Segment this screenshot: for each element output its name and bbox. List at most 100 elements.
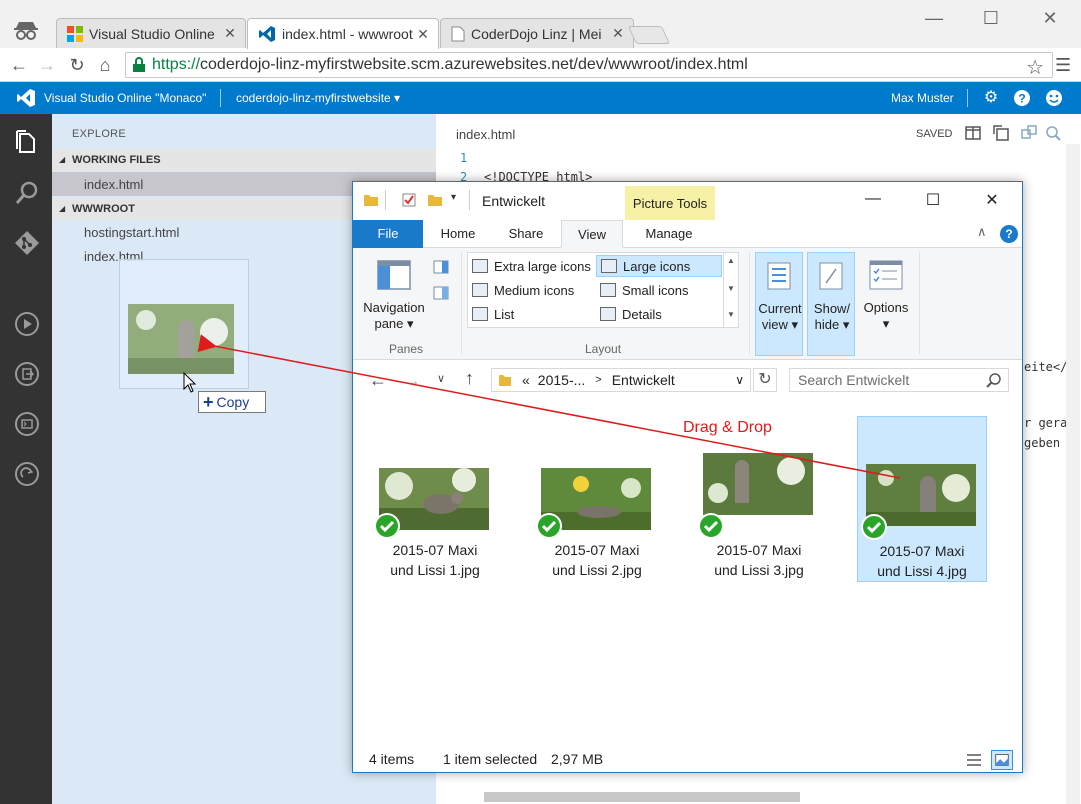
options-button[interactable]: Options ▾ bbox=[861, 300, 911, 332]
tab-coderdojo[interactable]: CoderDojo Linz | Mei ✕ bbox=[440, 18, 634, 48]
file-hostingstart-html[interactable]: hostingstart.html bbox=[84, 225, 179, 240]
close-icon[interactable]: ✕ bbox=[223, 25, 237, 42]
properties-icon[interactable] bbox=[401, 192, 417, 208]
file-item[interactable]: 2015-07 Maxi und Lissi 1.jpg bbox=[371, 416, 501, 582]
forward-button[interactable]: → bbox=[36, 54, 58, 76]
tab-home[interactable]: Home bbox=[431, 220, 485, 248]
reload-button[interactable]: ↻ bbox=[66, 54, 88, 76]
quick-access-dropdown-icon[interactable]: ▾ bbox=[451, 192, 456, 203]
up-button[interactable]: ↑ bbox=[465, 368, 474, 389]
layout-list[interactable]: List bbox=[468, 303, 596, 325]
url-scheme: https:// bbox=[152, 56, 201, 73]
editor-filename[interactable]: index.html bbox=[456, 127, 515, 142]
navigation-pane-icon[interactable] bbox=[377, 260, 411, 290]
tab-manage[interactable]: Manage bbox=[633, 220, 705, 248]
user-name[interactable]: Max Muster bbox=[891, 91, 954, 105]
find-in-editor-icon[interactable] bbox=[1044, 124, 1062, 142]
editor-horizontal-scrollbar[interactable] bbox=[484, 792, 800, 802]
large-icons-view-icon[interactable] bbox=[991, 750, 1013, 770]
layout-extra-large-icons[interactable]: Extra large icons bbox=[468, 255, 596, 277]
label: pane bbox=[374, 316, 404, 331]
maximize-button[interactable]: ☐ bbox=[923, 190, 943, 210]
tab-visual-studio-online[interactable]: Visual Studio Online ✕ bbox=[56, 18, 246, 48]
layout-small-icons[interactable]: Small icons bbox=[596, 279, 722, 301]
layout-gallery-scroll[interactable]: ▲ ▼ ▼ bbox=[723, 252, 739, 328]
chevron-down-icon[interactable]: ∨ bbox=[735, 373, 744, 387]
breadcrumb[interactable]: « 2015-... > Entwickelt ∨ bbox=[491, 368, 751, 392]
breadcrumb-overflow[interactable]: « bbox=[522, 372, 530, 388]
new-folder-icon[interactable] bbox=[427, 192, 443, 208]
file-item[interactable]: 2015-07 Maxi und Lissi 3.jpg bbox=[695, 416, 825, 582]
recent-locations-icon[interactable]: ∨ bbox=[437, 372, 445, 385]
file-item-selected[interactable]: 2015-07 Maxi und Lissi 4.jpg bbox=[857, 416, 987, 582]
search-icon[interactable] bbox=[986, 372, 1002, 388]
site-dropdown[interactable]: coderdojo-linz-myfirstwebsite ▾ bbox=[236, 91, 400, 105]
explorer-files-icon[interactable] bbox=[14, 130, 40, 156]
tab-share[interactable]: Share bbox=[499, 220, 553, 248]
working-file-index-html[interactable]: index.html bbox=[84, 177, 143, 192]
redirect-icon[interactable] bbox=[14, 461, 40, 487]
chrome-menu-icon[interactable]: ☰ bbox=[1055, 55, 1071, 76]
tab-index-html[interactable]: index.html - wwwroot ✕ bbox=[247, 18, 439, 49]
current-view-button[interactable]: Current view ▾ bbox=[755, 252, 803, 356]
layout-large-icons[interactable]: Large icons bbox=[596, 255, 722, 277]
search-icon[interactable] bbox=[14, 180, 40, 206]
home-button[interactable]: ⌂ bbox=[94, 54, 116, 76]
search-input[interactable]: Search Entwickelt bbox=[789, 368, 1009, 392]
scroll-down-icon[interactable]: ▼ bbox=[727, 284, 735, 293]
file-item[interactable]: 2015-07 Maxi und Lissi 2.jpg bbox=[533, 416, 663, 582]
console-icon[interactable] bbox=[14, 411, 40, 437]
window-titlebar[interactable]: ▾ Entwickelt Picture Tools — ☐ ✕ bbox=[353, 182, 1022, 220]
scroll-up-icon[interactable]: ▲ bbox=[727, 256, 735, 265]
collapse-ribbon-icon[interactable]: ∧ bbox=[977, 224, 987, 240]
close-window-button[interactable]: ✕ bbox=[1040, 8, 1060, 28]
working-files-header[interactable]: ◢ WORKING FILES bbox=[52, 149, 436, 171]
minimize-button[interactable]: — bbox=[863, 190, 883, 210]
group-label-panes: Panes bbox=[389, 342, 424, 356]
back-button[interactable]: ← bbox=[8, 54, 30, 76]
label: Options bbox=[863, 300, 909, 315]
new-tab-button[interactable] bbox=[627, 26, 671, 44]
close-icon[interactable]: ✕ bbox=[611, 25, 625, 42]
minimize-button[interactable]: — bbox=[924, 8, 944, 28]
navigation-pane-button[interactable]: Navigation pane ▾ bbox=[359, 300, 429, 332]
divider bbox=[749, 252, 750, 354]
bookmark-star-icon[interactable]: ☆ bbox=[1026, 55, 1044, 80]
breadcrumb-parent[interactable]: 2015-... bbox=[538, 372, 585, 388]
page-icon bbox=[451, 26, 465, 41]
help-icon[interactable]: ? bbox=[1013, 89, 1031, 107]
back-button[interactable]: ← bbox=[369, 370, 387, 391]
expand-gallery-icon[interactable]: ▼ bbox=[727, 310, 735, 319]
gear-icon[interactable]: ⚙ bbox=[982, 89, 1000, 107]
breadcrumb-current[interactable]: Entwickelt bbox=[612, 372, 675, 388]
output-icon[interactable] bbox=[14, 361, 40, 387]
git-icon[interactable] bbox=[14, 230, 40, 256]
label: Details bbox=[622, 306, 662, 322]
details-pane-icon[interactable] bbox=[433, 286, 449, 300]
close-icon[interactable]: ✕ bbox=[416, 26, 430, 43]
help-icon[interactable]: ? bbox=[1000, 225, 1018, 243]
preview-pane-icon[interactable] bbox=[433, 260, 449, 274]
options-icon[interactable] bbox=[869, 260, 903, 290]
editor-scrollbar[interactable] bbox=[1066, 144, 1080, 804]
details-view-icon[interactable] bbox=[963, 750, 985, 770]
browser-tabstrip: Visual Studio Online ✕ index.html - wwwr… bbox=[0, 0, 1081, 49]
refresh-button[interactable]: ↻ bbox=[753, 368, 777, 392]
layout-details[interactable]: Details bbox=[596, 303, 722, 325]
tab-view[interactable]: View bbox=[561, 220, 623, 248]
chevron-right-icon[interactable]: > bbox=[595, 374, 601, 386]
show-hide-button[interactable]: Show/hide ▾ bbox=[807, 252, 855, 356]
plus-icon: + bbox=[203, 391, 214, 412]
smiley-icon[interactable] bbox=[1045, 89, 1063, 107]
drag-preview bbox=[119, 259, 249, 389]
layout-medium-icons[interactable]: Medium icons bbox=[468, 279, 596, 301]
forward-button[interactable]: → bbox=[403, 370, 421, 391]
url-bar[interactable]: https://coderdojo-linz-myfirstwebsite.sc… bbox=[125, 52, 1053, 80]
close-window-button[interactable]: ✕ bbox=[982, 190, 1002, 210]
run-icon[interactable] bbox=[14, 311, 40, 337]
preview-icon[interactable] bbox=[992, 124, 1010, 142]
maximize-button[interactable]: ☐ bbox=[981, 8, 1001, 28]
split-editor-icon[interactable] bbox=[964, 124, 982, 142]
compare-icon[interactable] bbox=[1020, 124, 1038, 142]
tab-file[interactable]: File bbox=[353, 220, 423, 248]
